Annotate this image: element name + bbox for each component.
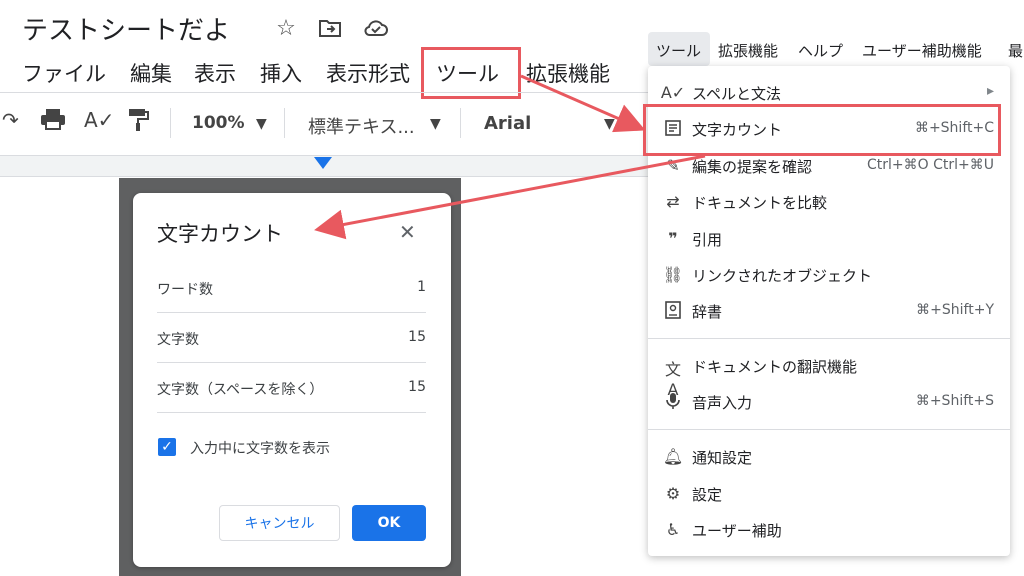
- arrow-to-word-count: [520, 74, 646, 133]
- annotation-arrows: [314, 74, 706, 240]
- arrow-to-dialog: [314, 154, 706, 240]
